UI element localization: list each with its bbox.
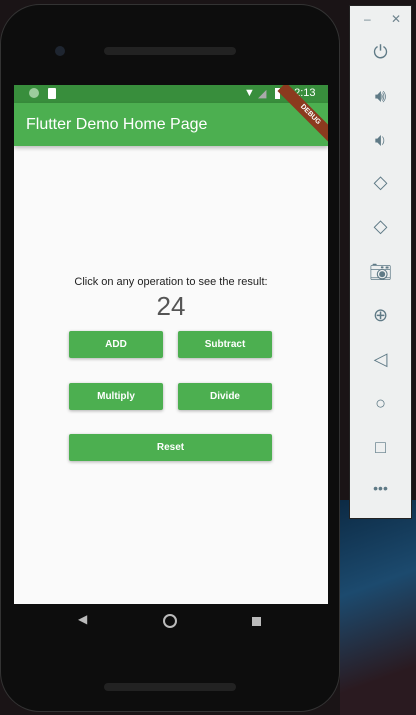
overview-icon[interactable]: □ bbox=[350, 437, 411, 458]
app-bar: Flutter Demo Home Page DEBUG bbox=[14, 85, 328, 148]
nav-recents-icon[interactable] bbox=[252, 617, 261, 626]
notification-icon bbox=[29, 88, 39, 98]
bottom-speaker bbox=[104, 683, 236, 691]
front-camera bbox=[55, 46, 65, 56]
more-icon[interactable]: ••• bbox=[350, 480, 411, 496]
minimize-icon[interactable]: – bbox=[364, 12, 371, 26]
rotate-left-icon[interactable]: ◇ bbox=[350, 172, 411, 193]
instruction-text: Click on any operation to see the result… bbox=[74, 276, 268, 288]
sd-card-icon bbox=[48, 88, 56, 99]
wifi-icon: ▼ bbox=[244, 87, 255, 99]
volume-up-icon[interactable]: 🔊︎ bbox=[350, 86, 411, 107]
speaker bbox=[104, 47, 236, 55]
home-icon[interactable]: ○ bbox=[350, 393, 411, 414]
page-title: Flutter Demo Home Page bbox=[26, 116, 208, 133]
reset-button[interactable]: Reset bbox=[69, 434, 272, 461]
multiply-button[interactable]: Multiply bbox=[69, 383, 163, 410]
result-value: 24 bbox=[156, 291, 186, 321]
rotate-right-icon[interactable]: ◇ bbox=[350, 216, 411, 237]
close-icon[interactable]: ✕ bbox=[391, 12, 401, 26]
nav-home-icon[interactable] bbox=[163, 614, 177, 628]
add-button[interactable]: ADD bbox=[69, 331, 163, 358]
desktop-background bbox=[340, 500, 416, 715]
app-screen: ▼ ◢ 12:13 Flutter Demo Home Page DEBUG C… bbox=[14, 85, 328, 604]
back-icon[interactable]: ◁ bbox=[350, 349, 411, 370]
zoom-icon[interactable]: ⊕ bbox=[350, 305, 411, 326]
divide-button[interactable]: Divide bbox=[178, 383, 272, 410]
volume-down-icon[interactable]: 🔉︎ bbox=[350, 130, 411, 151]
signal-icon: ◢ bbox=[258, 88, 267, 100]
camera-icon[interactable]: 📷︎ bbox=[350, 262, 411, 283]
emulator-panel: – ✕ ⏻ 🔊︎ 🔉︎ ◇ ◇ 📷︎ ⊕ ◁ ○ □ ••• bbox=[349, 5, 412, 519]
subtract-button[interactable]: Subtract bbox=[178, 331, 272, 358]
nav-back-icon[interactable]: ◀ bbox=[78, 612, 87, 626]
power-icon[interactable]: ⏻ bbox=[350, 42, 411, 63]
